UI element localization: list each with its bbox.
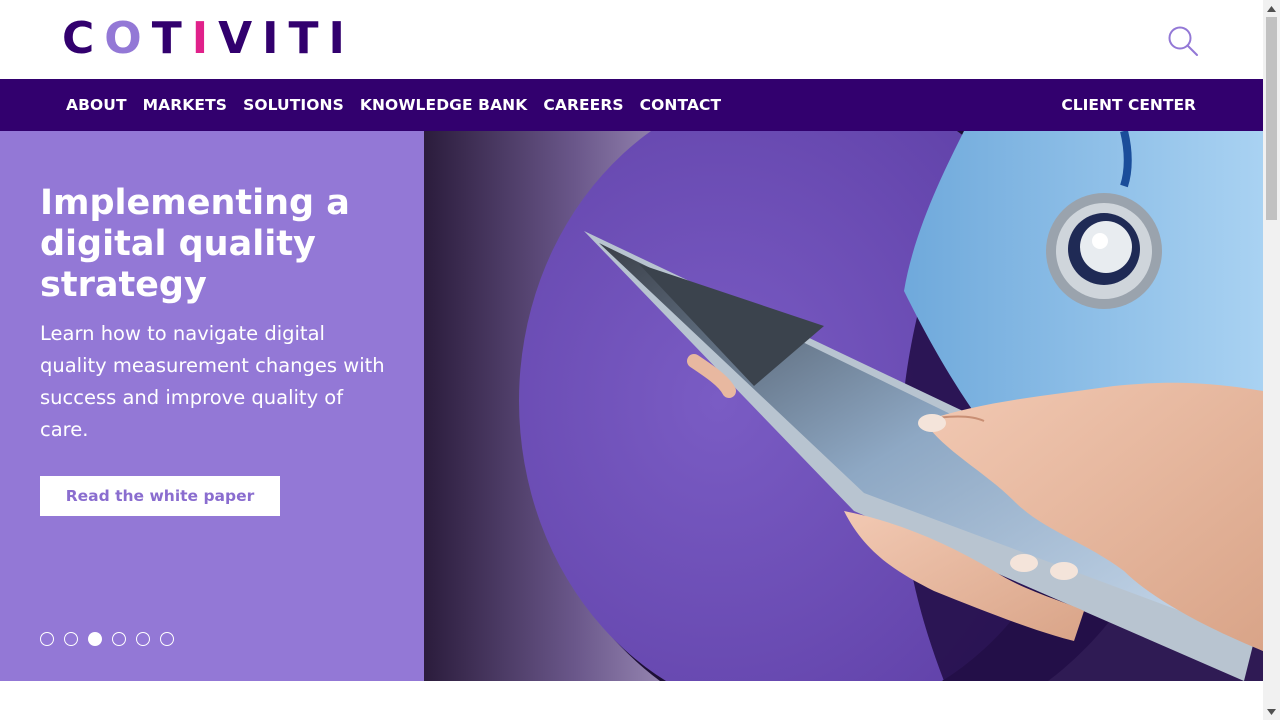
nav-menu: ABOUT MARKETS SOLUTIONS KNOWLEDGE BANK CAREE… xyxy=(58,79,729,131)
nav-item-knowledge-bank[interactable]: KNOWLEDGE BANK xyxy=(352,96,536,114)
logo-letter: I xyxy=(262,13,289,64)
logo-letter: I xyxy=(328,13,355,64)
carousel-dot-5[interactable] xyxy=(136,632,150,646)
logo-letter: V xyxy=(218,13,263,64)
page: COTIVITI ABOUT MARKETS SOLUTIONS KNOWLEDGE … xyxy=(0,0,1263,720)
main-nav: ABOUT MARKETS SOLUTIONS KNOWLEDGE BANK CAREE… xyxy=(0,79,1263,131)
cotiviti-logo[interactable]: COTIVITI xyxy=(62,13,355,64)
scroll-down-arrow-icon[interactable] xyxy=(1263,703,1280,720)
read-white-paper-button[interactable]: Read the white paper xyxy=(40,476,280,516)
logo-letter: C xyxy=(62,13,105,64)
nav-item-careers[interactable]: CAREERS xyxy=(535,96,631,114)
carousel-dot-2[interactable] xyxy=(64,632,78,646)
carousel-dot-1[interactable] xyxy=(40,632,54,646)
logo-letter: T xyxy=(288,13,329,64)
hero-title: Implementing a digital quality strategy xyxy=(40,183,350,305)
carousel-dot-3[interactable] xyxy=(88,632,102,646)
logo-letter: I xyxy=(191,13,219,64)
logo-letter: O xyxy=(104,13,152,64)
nav-item-about[interactable]: ABOUT xyxy=(58,96,135,114)
nav-item-markets[interactable]: MARKETS xyxy=(135,96,235,114)
nav-item-contact[interactable]: CONTACT xyxy=(632,96,730,114)
hero-text-panel: Implementing a digital quality strategy … xyxy=(0,131,424,681)
client-center-link[interactable]: CLIENT CENTER xyxy=(1061,79,1196,131)
logo-letter: T xyxy=(151,13,192,64)
page-scrollbar[interactable] xyxy=(1263,0,1280,720)
site-header: COTIVITI xyxy=(0,0,1263,79)
nav-item-solutions[interactable]: SOLUTIONS xyxy=(235,96,352,114)
scrollbar-thumb[interactable] xyxy=(1266,17,1277,220)
nurse-tablet-illustration xyxy=(424,131,1263,681)
search-icon[interactable] xyxy=(1166,24,1200,58)
hero-image xyxy=(424,131,1263,681)
carousel-dot-6[interactable] xyxy=(160,632,174,646)
hero-subtitle: Learn how to navigate digital quality me… xyxy=(40,322,385,441)
below-fold-area xyxy=(0,681,1263,720)
carousel-dot-4[interactable] xyxy=(112,632,126,646)
scroll-up-arrow-icon[interactable] xyxy=(1263,0,1280,17)
hero-carousel: Implementing a digital quality strategy … xyxy=(0,131,1263,681)
carousel-dots xyxy=(40,632,174,646)
